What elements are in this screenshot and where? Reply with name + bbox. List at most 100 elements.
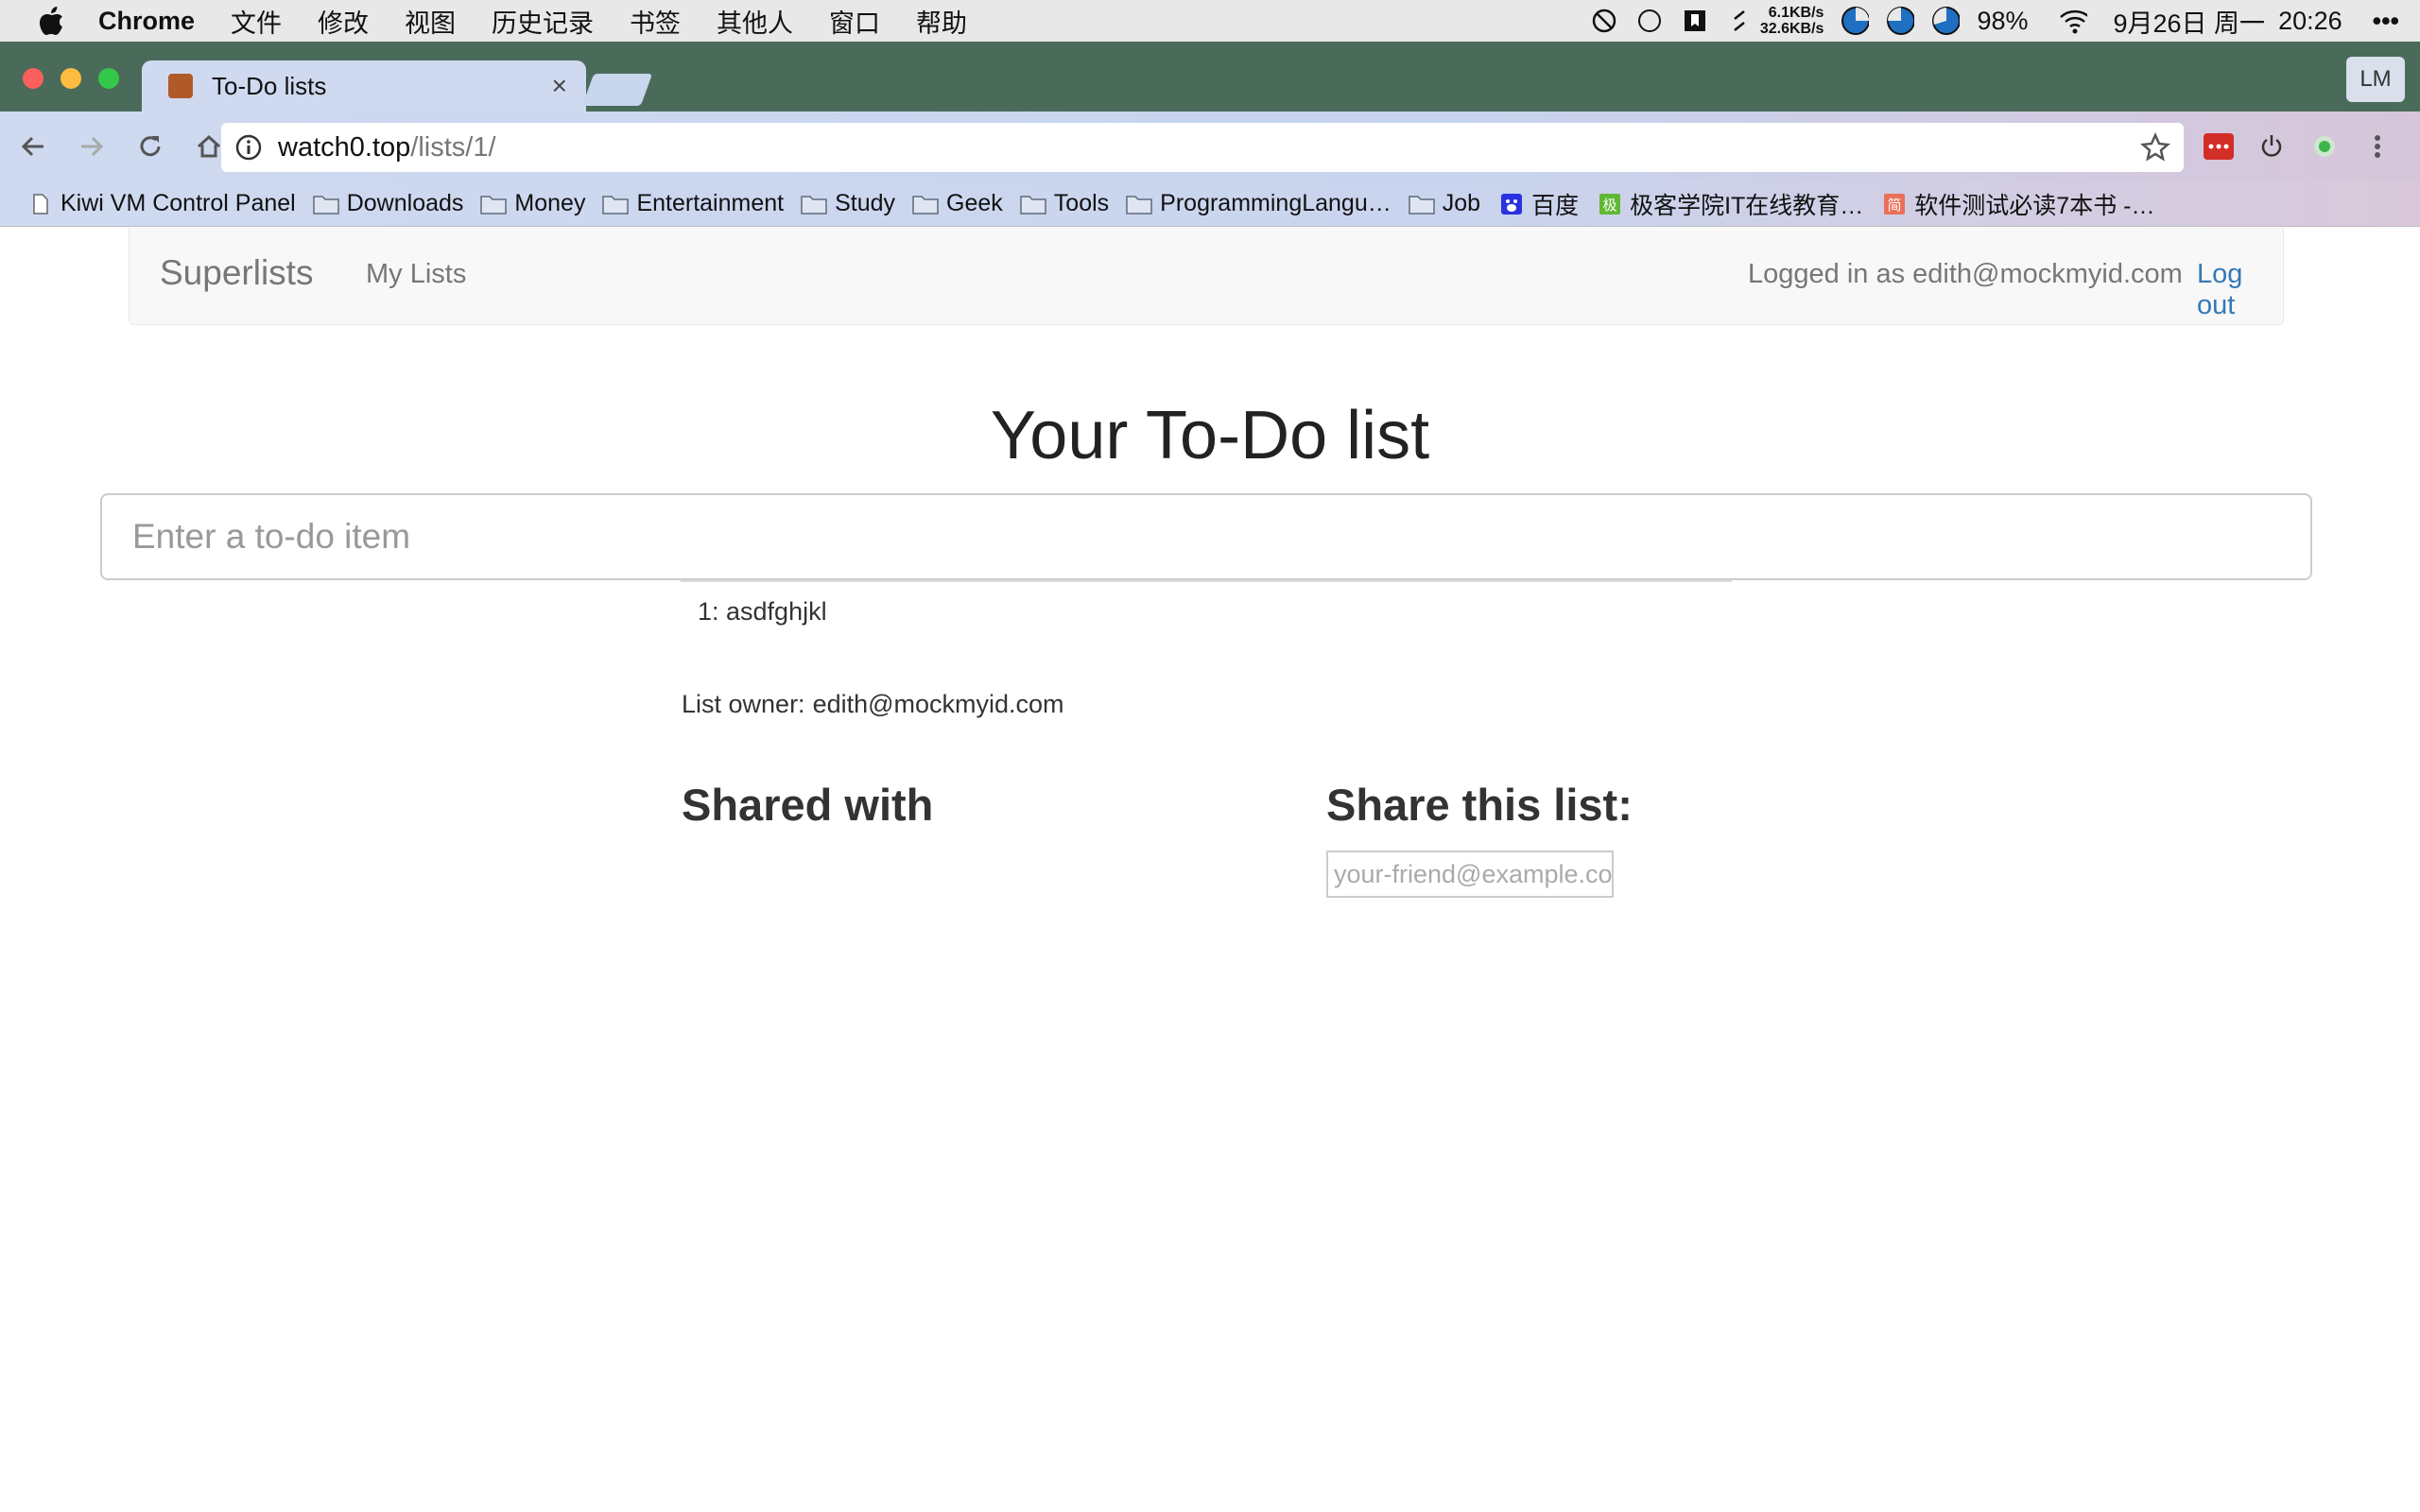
address-bar[interactable]: watch0.top/lists/1/	[221, 123, 2184, 172]
bookmark-label: Downloads	[346, 190, 464, 216]
list-owner-email: edith@mockmyid.com	[812, 690, 1064, 718]
menu-people[interactable]: 其他人	[717, 3, 793, 40]
minimize-window-button[interactable]	[60, 68, 81, 89]
jike-icon: 极	[1599, 193, 1621, 215]
close-window-button[interactable]	[23, 68, 43, 89]
bookmark-study[interactable]: Study	[801, 190, 895, 217]
logout-link[interactable]: Log out	[2197, 259, 2283, 321]
page-icon	[33, 193, 48, 215]
bookmark-entertainment[interactable]: Entertainment	[602, 190, 784, 217]
bookmark-label: 百度	[1531, 192, 1580, 219]
bookmark-tools[interactable]: Tools	[1020, 190, 1109, 217]
bookmark-label: Kiwi VM Control Panel	[60, 190, 296, 216]
bookmark-label: Tools	[1053, 190, 1110, 216]
bookmark-kiwi-vm[interactable]: Kiwi VM Control Panel	[26, 190, 296, 217]
list-owner: List owner: edith@mockmyid.com	[682, 690, 1064, 719]
url-path: /lists/1/	[410, 131, 496, 163]
share-email-input[interactable]	[1326, 850, 1614, 898]
chrome-menu-icon[interactable]	[2361, 130, 2394, 163]
bookmark-geek[interactable]: Geek	[912, 190, 1003, 217]
bookmark-label: 软件测试必读7本书 -…	[1914, 192, 2155, 219]
menu-edit[interactable]: 修改	[318, 3, 369, 40]
bookmarks-bar: Kiwi VM Control Panel Downloads Money En…	[0, 181, 2420, 227]
disk-pie-icon[interactable]	[1931, 7, 1961, 35]
favicon-icon	[168, 74, 193, 98]
wifi-icon[interactable]	[2059, 7, 2087, 35]
info-icon[interactable]	[234, 133, 263, 162]
url-host: watch0.top	[278, 131, 411, 163]
bookmark-label: Money	[514, 190, 586, 216]
net-upload: 6.1KB/s	[1768, 5, 1824, 21]
battery-percent[interactable]: 98%	[1977, 7, 2028, 36]
bookmark-app-icon[interactable]	[1681, 7, 1709, 35]
menu-app-chrome[interactable]: Chrome	[98, 7, 195, 36]
tab-title: To-Do lists	[212, 71, 327, 100]
bookmark-label: Geek	[946, 190, 1003, 216]
tab-close-icon[interactable]: ×	[552, 71, 567, 101]
macos-menubar: Chrome 文件 修改 视图 历史记录 书签 其他人 窗口 帮助 6.1KB/…	[0, 0, 2420, 42]
no-sign-icon[interactable]	[1590, 7, 1618, 35]
bookmark-label: Entertainment	[636, 190, 785, 216]
lastpass-icon[interactable]	[2203, 130, 2235, 163]
apple-icon[interactable]	[38, 7, 66, 35]
net-download: 32.6KB/s	[1759, 21, 1824, 37]
bookmark-baidu[interactable]: 百度	[1497, 187, 1579, 221]
chrome-toolbar: watch0.top/lists/1/	[0, 112, 2420, 181]
menu-bookmarks[interactable]: 书签	[630, 3, 681, 40]
profile-button[interactable]: LM	[2346, 57, 2405, 102]
brand-link[interactable]: Superlists	[160, 253, 313, 293]
svg-text:简: 简	[1888, 197, 1902, 214]
menu-window[interactable]: 窗口	[829, 3, 880, 40]
baidu-icon	[1501, 193, 1523, 215]
menu-file[interactable]: 文件	[231, 3, 282, 40]
bookmark-label: ProgrammingLangu…	[1160, 190, 1392, 216]
todo-table: 1: asdfghjkl	[681, 580, 1732, 642]
table-row: 1: asdfghjkl	[698, 597, 827, 626]
power-icon[interactable]	[2256, 130, 2288, 163]
page-title: Your To-Do list	[990, 398, 1430, 473]
menu-history[interactable]: 历史记录	[492, 3, 594, 40]
menubar-date[interactable]: 9月26日 周一	[2114, 3, 2266, 40]
menu-view[interactable]: 视图	[405, 3, 456, 40]
jianshu-icon: 简	[1884, 193, 1906, 215]
bookmark-jianshu[interactable]: 简 软件测试必读7本书 -…	[1880, 187, 2154, 221]
bookmark-label: 极客学院IT在线教育…	[1630, 192, 1864, 219]
more-icon[interactable]: •••	[2373, 7, 2399, 36]
bookmark-jikexueyuan[interactable]: 极 极客学院IT在线教育…	[1596, 187, 1863, 221]
list-owner-label: List owner:	[682, 690, 805, 718]
folder-icon	[602, 195, 630, 215]
menu-help[interactable]: 帮助	[916, 3, 967, 40]
circle-icon[interactable]	[1635, 7, 1664, 35]
new-tab-button[interactable]	[581, 74, 653, 106]
bookmark-downloads[interactable]: Downloads	[312, 190, 464, 217]
network-speed: 6.1KB/s 32.6KB/s	[1760, 5, 1824, 37]
bookmark-programming[interactable]: ProgrammingLangu…	[1126, 190, 1392, 217]
menubar-status-area: 6.1KB/s 32.6KB/s 98% 9月26日 周一 20:26 •••	[1590, 0, 2420, 42]
svg-text:极: 极	[1603, 197, 1617, 214]
new-item-input[interactable]	[100, 493, 2312, 580]
bookmark-money[interactable]: Money	[480, 190, 585, 217]
bookmark-label: Study	[835, 190, 896, 216]
bookmark-star-icon[interactable]	[2140, 131, 2170, 170]
shared-with-heading: Shared with	[682, 780, 934, 830]
folder-icon	[801, 195, 827, 215]
folder-icon	[480, 195, 508, 215]
folder-icon	[1126, 195, 1152, 215]
arrows-icon[interactable]	[1726, 7, 1754, 35]
maximize-window-button[interactable]	[98, 68, 119, 89]
forward-button[interactable]	[66, 121, 117, 172]
green-dot-icon[interactable]	[2308, 130, 2341, 163]
cpu-pie-icon[interactable]	[1841, 7, 1870, 35]
folder-icon	[1409, 195, 1435, 215]
folder-icon	[1020, 195, 1046, 215]
reload-button[interactable]	[125, 121, 176, 172]
memory-pie-icon[interactable]	[1886, 7, 1915, 35]
my-lists-link[interactable]: My Lists	[366, 259, 466, 290]
menubar-time[interactable]: 20:26	[2278, 7, 2342, 36]
site-navbar: Superlists My Lists Logged in as edith@m…	[129, 227, 2284, 325]
share-list-heading: Share this list:	[1326, 780, 1633, 830]
bookmark-job[interactable]: Job	[1409, 190, 1480, 217]
tab-todo-lists[interactable]: To-Do lists ×	[142, 60, 586, 112]
back-button[interactable]	[8, 121, 59, 172]
folder-icon	[912, 195, 939, 215]
